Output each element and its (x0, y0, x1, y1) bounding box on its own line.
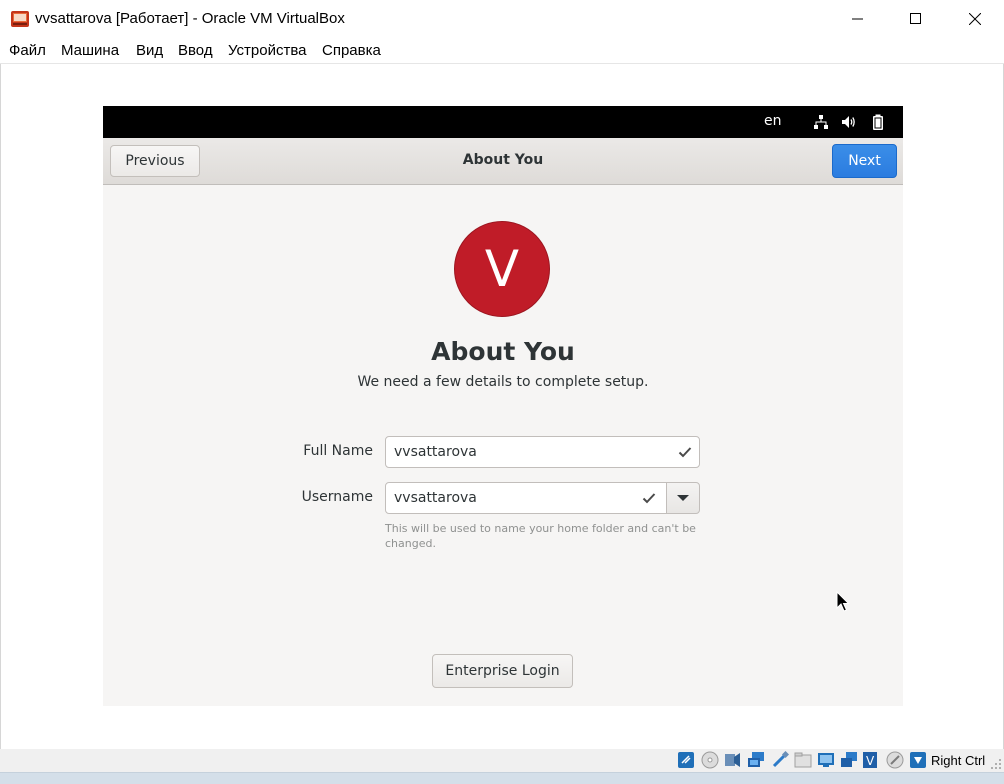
mouse-integration-icon[interactable] (886, 751, 904, 769)
full-name-value: vvsattarova (394, 444, 477, 460)
optical-drive-icon[interactable] (701, 751, 719, 769)
full-name-field[interactable]: vvsattarova (385, 436, 700, 468)
username-dropdown-button[interactable] (666, 482, 700, 514)
volume-icon[interactable] (841, 114, 857, 130)
menu-machine[interactable]: Машина (61, 42, 119, 59)
page-title: About You (431, 337, 575, 366)
enterprise-login-button[interactable]: Enterprise Login (432, 654, 573, 688)
close-button[interactable] (946, 0, 1004, 38)
minimize-button[interactable] (829, 0, 887, 38)
guest-screen[interactable]: en Previous About You Next V About You W… (103, 106, 903, 706)
status-bar: V Right Ctrl (0, 749, 1004, 772)
menu-view[interactable]: Вид (136, 42, 163, 59)
window-titlebar: vvsattarova [Работает] - Oracle VM Virtu… (0, 0, 1004, 38)
taskbar-edge (0, 772, 1004, 784)
resize-grip-icon[interactable] (990, 758, 1002, 770)
mouse-pointer-icon (836, 591, 850, 612)
menu-input[interactable]: Ввод (178, 42, 213, 59)
network-icon[interactable] (813, 114, 829, 130)
menu-bar: Файл Машина Вид Ввод Устройства Справка (0, 38, 1004, 64)
usb-icon[interactable] (771, 751, 789, 769)
username-value: vvsattarova (394, 490, 477, 506)
battery-icon[interactable] (870, 114, 886, 130)
maximize-icon (910, 13, 921, 24)
virtualization-icon[interactable]: V (862, 751, 880, 769)
menu-devices[interactable]: Устройства (228, 42, 306, 59)
close-icon (969, 13, 981, 25)
audio-icon[interactable] (724, 751, 742, 769)
next-button[interactable]: Next (832, 144, 897, 178)
maximize-button[interactable] (887, 0, 945, 38)
check-icon (678, 447, 692, 458)
display-icon[interactable] (817, 751, 835, 769)
svg-text:V: V (866, 754, 875, 768)
virtualbox-icon (11, 11, 29, 27)
hard-disk-icon[interactable] (677, 751, 695, 769)
window-title: vvsattarova [Работает] - Oracle VM Virtu… (35, 10, 345, 27)
keyboard-capture-icon[interactable] (909, 751, 927, 769)
host-key-label: Right Ctrl (931, 753, 986, 768)
setup-header-bar: Previous About You Next (103, 138, 903, 185)
username-label: Username (301, 489, 373, 505)
menu-file[interactable]: Файл (9, 42, 46, 59)
network-adapter-icon[interactable] (747, 751, 765, 769)
video-capture-icon[interactable] (840, 751, 858, 769)
menu-help[interactable]: Справка (322, 42, 381, 59)
username-hint: This will be used to name your home fold… (385, 522, 696, 550)
guest-top-bar: en (103, 106, 903, 138)
chevron-down-icon (677, 495, 689, 501)
language-indicator[interactable]: en (764, 113, 782, 129)
page-subtitle: We need a few details to complete setup. (357, 374, 649, 390)
shared-folders-icon[interactable] (794, 751, 812, 769)
avatar[interactable]: V (454, 221, 550, 317)
avatar-initial: V (484, 240, 520, 298)
username-field[interactable]: vvsattarova (385, 482, 667, 514)
full-name-label: Full Name (303, 443, 373, 459)
header-title: About You (462, 152, 544, 168)
check-icon (642, 493, 656, 504)
minimize-icon (852, 18, 863, 20)
